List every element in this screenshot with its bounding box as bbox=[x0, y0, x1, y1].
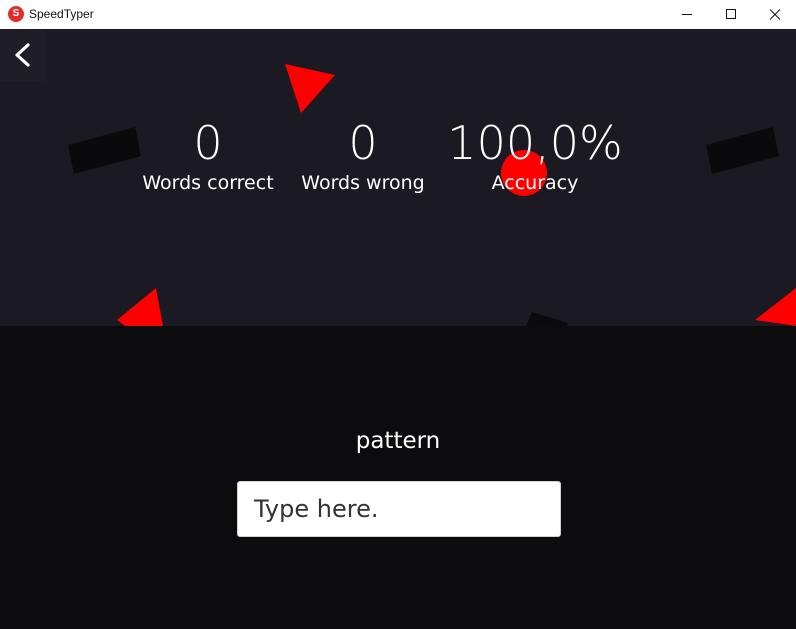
app-icon: S bbox=[8, 6, 24, 22]
close-icon bbox=[769, 9, 781, 20]
accuracy-label: Accuracy bbox=[491, 172, 579, 194]
words-correct-value: 0 bbox=[193, 116, 223, 170]
stat-accuracy: 100,0% Accuracy bbox=[440, 117, 630, 195]
red-triangle-bottom-left bbox=[117, 288, 163, 326]
minimize-icon bbox=[682, 14, 692, 15]
red-triangle-bottom-right bbox=[755, 288, 796, 326]
maximize-button[interactable] bbox=[708, 0, 754, 29]
stat-words-correct: 0 Words correct bbox=[133, 117, 283, 195]
maximize-icon bbox=[726, 9, 736, 19]
back-button[interactable] bbox=[0, 29, 46, 81]
dark-rect-bottom bbox=[526, 312, 568, 326]
dark-rect-right bbox=[706, 127, 779, 174]
minimize-button[interactable] bbox=[664, 0, 710, 29]
current-word: pattern bbox=[355, 428, 441, 454]
red-triangle-top bbox=[285, 64, 335, 113]
dark-rect-left bbox=[68, 127, 141, 174]
accuracy-value: 100,0% bbox=[447, 116, 623, 170]
stat-words-wrong: 0 Words wrong bbox=[288, 117, 438, 195]
close-button[interactable] bbox=[752, 0, 796, 29]
title-bar: S SpeedTyper bbox=[0, 0, 796, 30]
back-arrow-icon bbox=[15, 43, 30, 67]
words-wrong-label: Words wrong bbox=[301, 172, 425, 194]
window-title: SpeedTyper bbox=[29, 7, 94, 21]
words-correct-label: Words correct bbox=[142, 172, 274, 194]
typing-input[interactable] bbox=[237, 481, 561, 537]
typing-panel bbox=[0, 326, 796, 629]
words-wrong-value: 0 bbox=[348, 116, 378, 170]
